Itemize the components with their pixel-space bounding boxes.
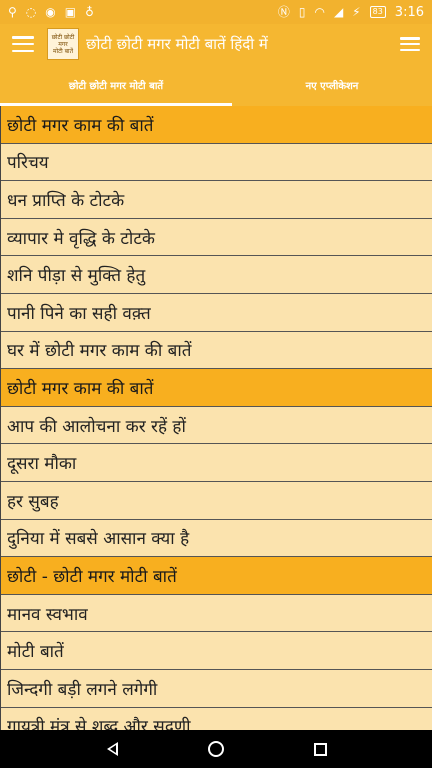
logo-line: छोटी छोटी — [51, 33, 75, 41]
signal-icon: ◢ — [333, 5, 344, 19]
status-time: 3:16 — [394, 4, 424, 20]
image-icon: ▣ — [64, 5, 77, 19]
list-item[interactable]: व्यापार मे वृद्धि के टोटके — [1, 218, 432, 257]
list-item[interactable]: दुनिया में सबसे आसान क्या है — [1, 519, 432, 558]
section-header-row[interactable]: छोटी मगर काम की बातें — [1, 106, 432, 144]
navigation-bar — [0, 730, 432, 768]
app-title: छोटी छोटी मगर मोटी बातें हिंदी में — [86, 35, 268, 53]
list-item[interactable]: घर में छोटी मगर काम की बातें — [1, 331, 432, 370]
list-item[interactable]: मोटी बातें — [1, 632, 432, 670]
section-header-row[interactable]: छोटी - छोटी मगर मोटी बातें — [1, 557, 432, 595]
section-header-row[interactable]: छोटी मगर काम की बातें — [1, 369, 432, 407]
list-item[interactable]: मानव स्वभाव — [1, 594, 432, 633]
app-logo: छोटी छोटी मगर मोटी बातें — [47, 28, 79, 60]
battery-icon: ⚡ — [352, 5, 361, 19]
status-bar: ⚲ ◌ ◉ ▣ ♁ Ⓝ ▯ ◠ ◢ ⚡ 83 3:16 — [0, 0, 432, 24]
list-item[interactable]: हर सुबह — [1, 481, 432, 520]
status-left-icons: ⚲ ◌ ◉ ▣ ♁ — [8, 6, 94, 18]
tab-main-content[interactable]: छोटी छोटी मगर मोटी बातें — [0, 64, 232, 106]
list-item[interactable]: आप की आलोचना कर रहें हों — [1, 406, 432, 445]
list-item[interactable]: पानी पिने का सही वक़्त — [1, 293, 432, 332]
options-menu-icon[interactable] — [400, 37, 420, 51]
topic-list[interactable]: छोटी मगर काम की बातें परिचय धन प्राप्ति के… — [0, 106, 432, 730]
home-icon[interactable] — [206, 739, 226, 759]
list-item[interactable]: धन प्राप्ति के टोटके — [1, 181, 432, 219]
location-icon: ◌ — [25, 5, 37, 19]
sync-icon: ◉ — [45, 5, 56, 19]
list-item[interactable]: परिचय — [1, 143, 432, 182]
list-item[interactable]: शनि पीड़ा से मुक्ति हेतु — [1, 256, 432, 294]
nfc-icon: Ⓝ — [277, 5, 290, 19]
usb-icon: ⚲ — [8, 5, 17, 19]
battery-level: 83 — [369, 6, 386, 18]
app-toolbar: छोटी छोटी मगर मोटी बातें छोटी छोटी मगर म… — [0, 24, 432, 64]
recent-apps-icon[interactable] — [310, 739, 330, 759]
tab-bar: छोटी छोटी मगर मोटी बातें नए एप्लीकेशन — [0, 64, 432, 106]
logo-line: मोटी बातें — [52, 47, 74, 55]
list-item[interactable]: गायत्री मंत्र से शब्द और सद्गुणी — [1, 707, 432, 730]
back-icon[interactable] — [102, 739, 122, 759]
list-item[interactable]: जिन्दगी बड़ी लगने लगेगी — [1, 669, 432, 708]
logo-line: मगर — [58, 40, 68, 48]
bulb-icon: ♁ — [85, 5, 94, 19]
wifi-icon: ◠ — [314, 5, 325, 19]
tab-new-apps[interactable]: नए एप्लीकेशन — [232, 64, 432, 106]
hamburger-menu-icon[interactable] — [12, 36, 34, 52]
vibrate-icon: ▯ — [298, 5, 306, 19]
list-item[interactable]: दूसरा मौका — [1, 444, 432, 482]
status-right-icons: Ⓝ ▯ ◠ ◢ ⚡ 83 3:16 — [278, 5, 424, 20]
